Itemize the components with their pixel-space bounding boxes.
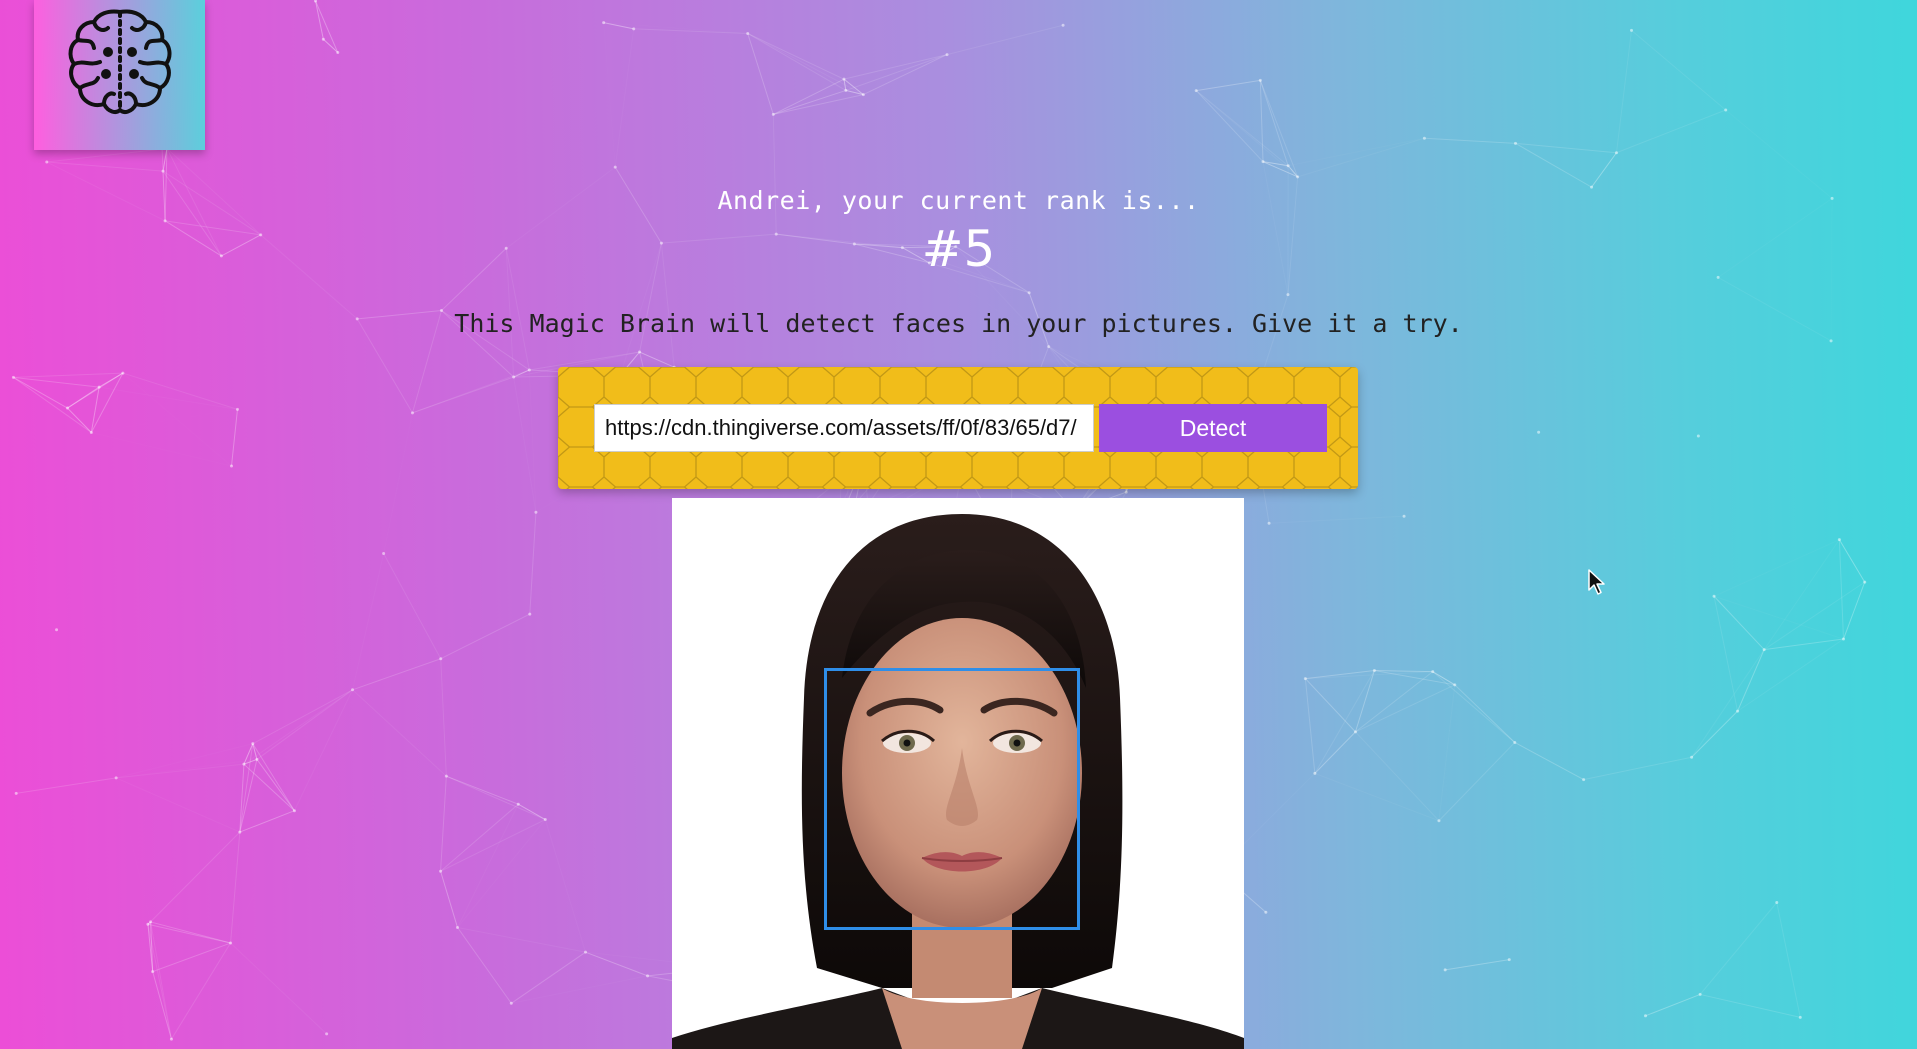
face-image [672,498,1244,1049]
image-url-input[interactable] [594,404,1094,452]
brain-logo [34,0,205,150]
brain-icon [68,9,172,114]
tagline: This Magic Brain will detect faces in yo… [454,309,1463,338]
image-link-form: Detect [558,367,1358,489]
mouse-cursor-icon [1588,569,1605,595]
face-bounding-box [824,668,1080,930]
rank-value: #5 [921,220,996,278]
rank-message: Andrei, your current rank is... [717,186,1200,215]
detect-button[interactable]: Detect [1099,404,1327,452]
